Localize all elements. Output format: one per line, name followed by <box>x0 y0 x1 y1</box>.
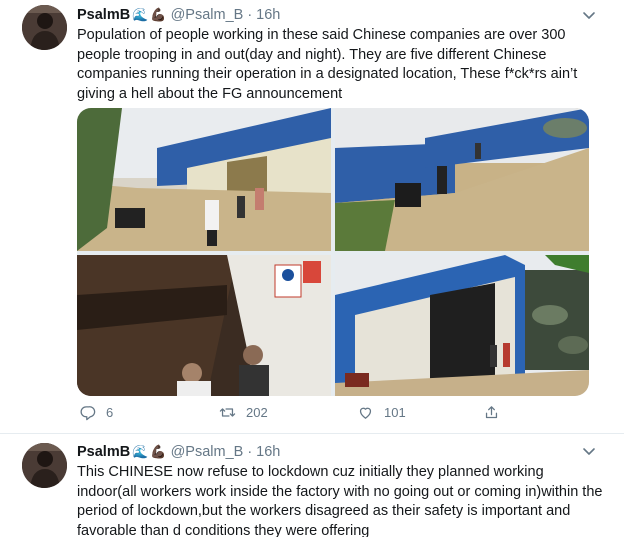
tweet-actions: 6 202 101 <box>77 404 589 424</box>
avatar[interactable] <box>22 443 67 488</box>
like-button[interactable]: 101 <box>357 404 406 421</box>
photo-workers-entrance[interactable] <box>77 255 331 396</box>
avatar[interactable] <box>22 5 67 50</box>
retweet-button[interactable]: 202 <box>219 404 268 421</box>
separator: · <box>247 444 253 460</box>
tweet-text: This CHINESE now refuse to lockdown cuz … <box>77 464 603 537</box>
wave-emoji: 🌊 <box>132 444 149 459</box>
photo-warehouse-street[interactable] <box>77 108 331 251</box>
reply-count: 6 <box>106 405 114 420</box>
author-name[interactable]: PsalmB <box>77 7 130 23</box>
separator: · <box>247 7 253 23</box>
timestamp[interactable]: 16h <box>256 444 280 460</box>
tweet-header: PsalmB 🌊 💪🏿 @Psalm_B · 16h <box>77 6 280 24</box>
retweet-icon <box>219 408 236 417</box>
like-count: 101 <box>384 405 406 420</box>
chevron-down-icon[interactable] <box>582 444 596 458</box>
author-handle[interactable]: @Psalm_B <box>171 7 244 23</box>
reply-button[interactable]: 6 <box>79 404 113 421</box>
author-handle[interactable]: @Psalm_B <box>171 444 244 460</box>
like-icon <box>359 407 372 419</box>
flexed-biceps-emoji: 💪🏿 <box>150 444 167 459</box>
reply-icon <box>80 406 96 421</box>
timestamp[interactable]: 16h <box>256 7 280 23</box>
share-icon <box>485 406 498 419</box>
photo-warehouse-yard[interactable] <box>335 108 589 251</box>
retweet-count: 202 <box>246 405 268 420</box>
chevron-down-icon[interactable] <box>582 8 596 22</box>
media-grid[interactable] <box>77 108 589 396</box>
flexed-biceps-emoji: 💪🏿 <box>150 7 167 22</box>
photo-blue-warehouse[interactable] <box>335 255 589 396</box>
share-button[interactable] <box>483 404 500 421</box>
tweet-text: Population of people working in these sa… <box>77 27 578 102</box>
tweet[interactable]: PsalmB 🌊 💪🏿 @Psalm_B · 16h Population of… <box>0 0 624 433</box>
wave-emoji: 🌊 <box>132 7 149 22</box>
tweet[interactable]: PsalmB 🌊 💪🏿 @Psalm_B · 16h This CHINESE … <box>0 433 624 537</box>
author-name[interactable]: PsalmB <box>77 444 130 460</box>
tweet-header: PsalmB 🌊 💪🏿 @Psalm_B · 16h <box>77 443 280 461</box>
